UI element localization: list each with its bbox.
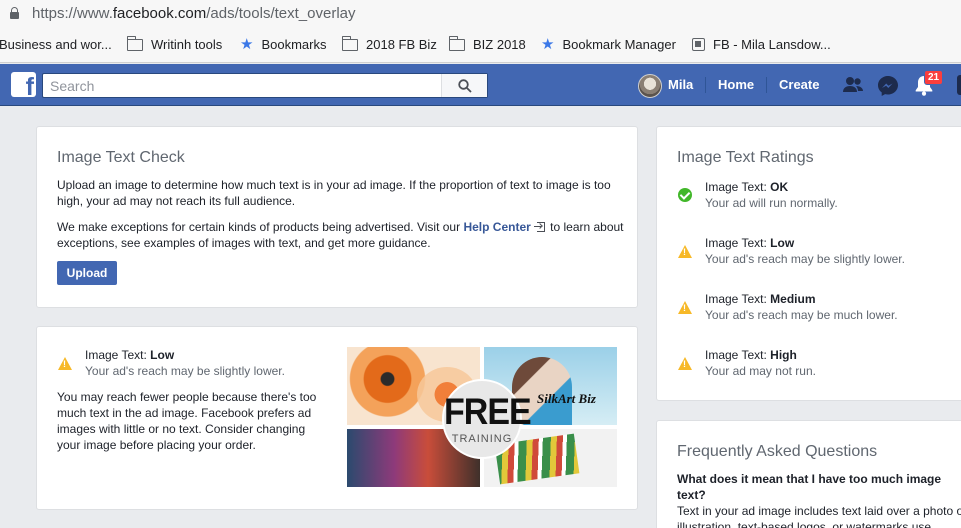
rating-level: OK [770, 180, 789, 194]
bookmark-label: Bookmark Manager [562, 37, 676, 52]
bookmark-biz-2018[interactable]: BIZ 2018 [448, 35, 526, 52]
home-link[interactable]: Home [718, 77, 754, 92]
faq-question[interactable]: What does it mean that I have too much i… [677, 471, 961, 503]
bookmark-label: Writinh tools [151, 37, 223, 52]
bookmark-label: Business and wor... [0, 37, 112, 52]
search-box [42, 73, 488, 98]
image-badge: FREE TRAINING [442, 379, 532, 459]
rating-level: Low [770, 236, 795, 250]
facebook-top-bar: f Mila Home Create [0, 64, 961, 106]
friend-requests-icon[interactable] [842, 75, 864, 95]
image-headline: FREE [444, 391, 532, 433]
image-subline: TRAINING [451, 433, 513, 445]
folder-icon [126, 35, 143, 51]
image-brand: SilkArt Biz [537, 391, 596, 406]
star-icon: ★ [541, 36, 555, 53]
browser-url-bar[interactable]: https://www.facebook.com/ads/tools/text_… [0, 0, 961, 29]
warning-icon [678, 301, 692, 314]
nav-divider [766, 77, 767, 93]
rating-value: Low [150, 348, 175, 362]
messenger-icon[interactable] [877, 75, 899, 97]
faq-title: Frequently Asked Questions [677, 443, 878, 460]
rating-ok: Image Text: OK [705, 179, 788, 195]
upload-button[interactable]: Upload [57, 261, 117, 285]
bookmark-label: FB - Mila Lansdow... [713, 37, 831, 52]
menu-arrow-icon[interactable] [957, 75, 961, 95]
ad-image-preview: FREE TRAINING SilkArt Biz [347, 347, 617, 487]
exceptions-text: We make exceptions for certain kinds of … [57, 219, 627, 251]
bookmark-bookmarks[interactable]: ★ Bookmarks [240, 37, 326, 52]
logo-letter: f [25, 73, 34, 97]
bookmark-manager[interactable]: ★ Bookmark Manager [541, 37, 676, 52]
create-link[interactable]: Create [779, 77, 819, 92]
url-text[interactable]: https://www.facebook.com/ads/tools/text_… [32, 5, 356, 22]
bookmark-fb-mila[interactable]: FB - Mila Lansdow... [692, 37, 831, 52]
faq-card: Frequently Asked Questions What does it … [656, 420, 961, 528]
faq-answer: Text in your ad image includes text laid… [677, 504, 961, 528]
external-link-icon [533, 222, 545, 232]
nav-divider [705, 77, 706, 93]
check-description: Upload an image to determine how much te… [57, 178, 611, 208]
bookmark-label: Bookmarks [261, 37, 327, 52]
bookmark-writinh-tools[interactable]: Writinh tools [126, 35, 223, 52]
rating-high: Image Text: High [705, 347, 797, 363]
page-title: Image Text Check [57, 149, 185, 166]
search-icon [458, 79, 472, 93]
result-explanation: You may reach fewer people because there… [57, 390, 317, 452]
warning-icon [678, 357, 692, 370]
rating-level: High [770, 348, 797, 362]
help-center-link[interactable]: Help Center [463, 220, 530, 234]
notification-badge: 21 [924, 70, 944, 85]
folder-icon [341, 35, 358, 51]
rating-prefix: Image Text: [85, 348, 151, 362]
image-text-ratings-card: Image Text Ratings Image Text: OK Your a… [656, 126, 961, 401]
exceptions-text-start: We make exceptions for certain kinds of … [57, 220, 464, 234]
rating-low: Image Text: Low [705, 235, 794, 251]
rating-high-desc: Your ad may not run. [705, 364, 816, 378]
bookmark-2018-fb-biz[interactable]: 2018 FB Biz [341, 35, 437, 52]
rating-ok-desc: Your ad will run normally. [705, 196, 838, 210]
check-circle-icon [678, 188, 692, 202]
warning-icon [58, 357, 72, 370]
ratings-title: Image Text Ratings [677, 149, 814, 166]
search-input[interactable] [43, 74, 443, 97]
bookmark-label: BIZ 2018 [473, 37, 526, 52]
facebook-logo-icon[interactable]: f [11, 72, 36, 97]
star-icon: ★ [240, 36, 254, 53]
page-icon [692, 38, 705, 51]
avatar[interactable] [638, 74, 662, 98]
bookmarks-bar: Business and wor... Writinh tools ★ Bookm… [0, 29, 961, 63]
rating-level: Medium [770, 292, 816, 306]
result-card: Image Text: Low Your ad's reach may be s… [36, 326, 638, 510]
image-text-check-card: Image Text Check Upload an image to dete… [36, 126, 638, 308]
lock-icon [10, 7, 19, 19]
rating-medium-desc: Your ad's reach may be much lower. [705, 308, 898, 322]
rating-prefix: Image Text: [705, 236, 771, 250]
profile-link[interactable]: Mila [668, 77, 693, 92]
rating-prefix: Image Text: [705, 180, 771, 194]
rating-medium: Image Text: Medium [705, 291, 816, 307]
result-rating: Image Text: Low [85, 347, 174, 363]
result-rating-desc: Your ad's reach may be slightly lower. [85, 364, 285, 378]
warning-icon [678, 245, 692, 258]
url-host: facebook.com [112, 5, 207, 22]
rating-low-desc: Your ad's reach may be slightly lower. [705, 252, 905, 266]
folder-icon [448, 35, 465, 51]
url-path: /ads/tools/text_overlay [206, 5, 356, 22]
search-button[interactable] [441, 74, 487, 97]
rating-prefix: Image Text: [705, 348, 771, 362]
bookmark-business[interactable]: Business and wor... [0, 37, 112, 52]
bookmark-label: 2018 FB Biz [366, 37, 437, 52]
url-prefix: https://www. [32, 5, 113, 22]
rating-prefix: Image Text: [705, 292, 771, 306]
